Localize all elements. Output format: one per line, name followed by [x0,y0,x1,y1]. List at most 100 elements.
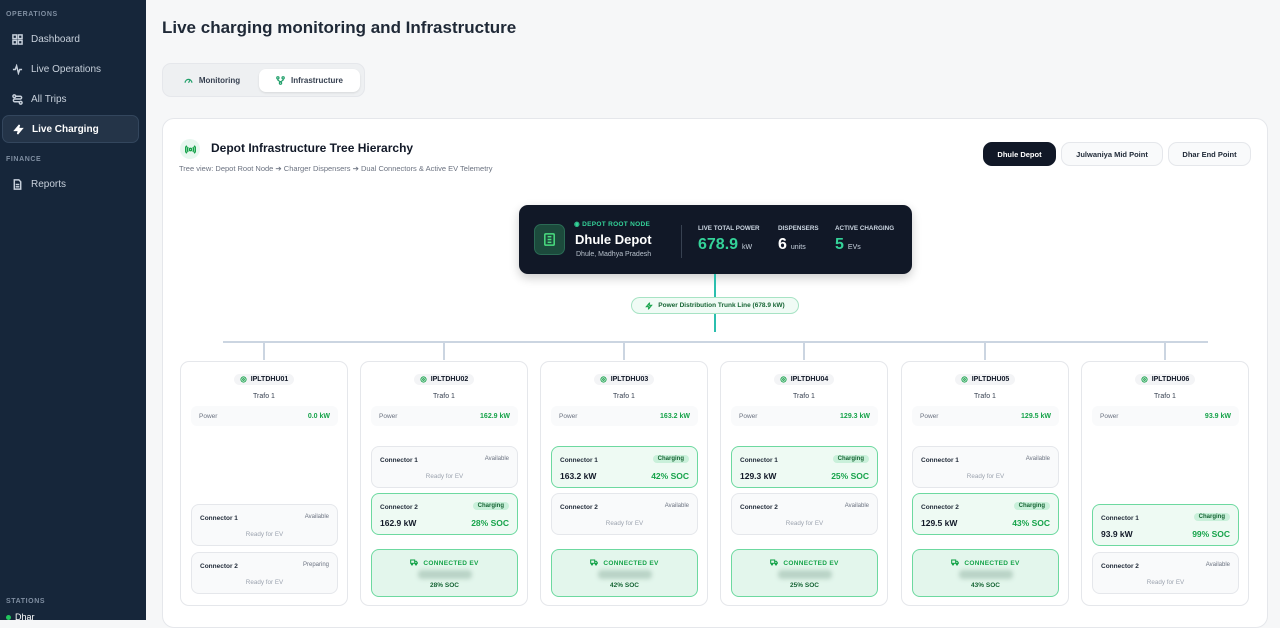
sidebar-item-label: Reports [31,178,67,190]
dispenser-id-badge: IPLTDHU03 [593,374,655,385]
connector-1[interactable]: Connector 1 Charging 93.9 kW 99% SOC [1092,504,1239,546]
connector-status-badge: Available [1205,562,1230,568]
connector-name: Connector 1 [921,457,959,464]
plug-icon [240,376,247,383]
connector-name: Connector 1 [1101,515,1139,522]
section-label-finance: FINANCE [6,156,42,163]
sidebar-item-live-operations[interactable]: Live Operations [2,55,139,83]
connector-status-badge: Available [304,514,329,520]
connected-ev-text: CONNECTED EV [783,560,839,567]
panel-subtitle: Tree view: Depot Root Node ➔ Charger Dis… [179,164,493,173]
connector-ready-text: Ready for EV [1146,579,1185,586]
tab-infrastructure[interactable]: Infrastructure [259,69,360,92]
connector-2[interactable]: Connector 2 Available Ready for EV [1092,552,1239,594]
connected-ev-text: CONNECTED EV [603,560,659,567]
plug-icon [961,376,968,383]
route-icon [12,93,23,105]
view-tabs: Monitoring Infrastructure [162,63,365,97]
dispenser-card[interactable]: IPLTDHU05 Trafo 1 Power 129.5 kW Connector 1… [901,361,1069,606]
dispenser-id-text: IPLTDHU02 [430,376,469,383]
sidebar-item-label: Live Operations [31,63,102,75]
infrastructure-panel: Depot Infrastructure Tree Hierarchy Tree… [162,118,1268,628]
connector-1[interactable]: Connector 1 Available Ready for EV [912,446,1059,488]
dispenser-trafo: Trafo 1 [253,393,275,400]
connector-name: Connector 2 [1101,563,1139,570]
dispenser-card[interactable]: IPLTDHU03 Trafo 1 Power 163.2 kW Connector 1… [540,361,708,606]
dispenser-id-text: IPLTDHU01 [250,376,289,383]
connector-1[interactable]: Connector 1 Available Ready for EV [191,504,338,546]
plug-icon [780,376,787,383]
dispenser-id-badge: IPLTDHU02 [413,374,475,385]
connector-status-badge: Available [664,503,689,509]
tab-monitoring[interactable]: Monitoring [169,69,255,92]
connector-2[interactable]: Connector 2 Preparing Ready for EV [191,552,338,594]
dispenser-card[interactable]: IPLTDHU06 Trafo 1 Power 93.9 kW Connector 1C… [1081,361,1249,606]
status-dot [6,614,11,620]
trunk-connector-line [714,274,716,297]
power-value: 162.9 kW [480,412,510,420]
dispenser-power-row: Power 162.9 kW [371,406,518,426]
root-tag: ◉ DEPOT ROOT NODE [574,221,651,228]
connected-ev-text: CONNECTED EV [423,560,479,567]
connector-2[interactable]: Connector 2 Charging 162.9 kW 28% SOC [371,493,518,535]
connector-2[interactable]: Connector 2 Available Ready for EV [551,493,698,535]
plug-icon [420,376,427,383]
section-label-operations: OPERATIONS [6,11,58,18]
power-value: 163.2 kW [660,412,690,420]
connector-name: Connector 2 [380,504,418,511]
dispenser-id-badge: IPLTDHU04 [773,374,835,385]
metric-label-power: LIVE TOTAL POWER [698,225,760,232]
sidebar-item-all-trips[interactable]: All Trips [2,85,139,113]
truck-icon [951,559,960,566]
distribution-bus-line [223,341,1208,343]
document-icon [13,178,22,190]
sidebar-item-dashboard[interactable]: Dashboard [2,25,139,53]
connector-2[interactable]: Connector 2 Charging 129.5 kW 43% SOC [912,493,1059,535]
connected-ev-card[interactable]: CONNECTED EV 25% SOC [731,549,878,597]
connector-power: 129.3 kW [740,471,777,481]
lightning-icon [645,301,654,310]
connector-power: 93.9 kW [1101,529,1133,539]
connected-ev-card[interactable]: CONNECTED EV 42% SOC [551,549,698,597]
dispenser-card[interactable]: IPLTDHU01 Trafo 1 Power 0.0 kW Connector 1 Av… [180,361,348,606]
trunk-connector-line [714,314,716,332]
connected-ev-label: CONNECTED EV [552,558,697,567]
connector-1[interactable]: Connector 1 Charging 129.3 kW 25% SOC [731,446,878,488]
metric-value-active: 5 EVs [835,236,861,254]
connected-ev-card[interactable]: CONNECTED EV 43% SOC [912,549,1059,597]
connector-1[interactable]: Connector 1 Charging 163.2 kW 42% SOC [551,446,698,488]
dispenser-id-badge: IPLTDHU06 [1134,374,1196,385]
power-value: 678.9 [698,236,739,253]
connected-ev-card[interactable]: CONNECTED EV 28% SOC [371,549,518,597]
dispenser-id-badge: IPLTDHU01 [233,374,295,385]
connector-status-badge: Charging [832,455,869,463]
plug-icon [1141,376,1148,383]
station-item-dhar[interactable]: Dhar [6,612,35,622]
dispenser-id-text: IPLTDHU04 [790,376,829,383]
depot-button-dhule[interactable]: Dhule Depot [983,142,1056,166]
connected-ev-text: CONNECTED EV [964,560,1020,567]
connector-2[interactable]: Connector 2 Available Ready for EV [731,493,878,535]
dispenser-power-row: Power 163.2 kW [551,406,698,426]
connected-ev-soc: 42% SOC [610,582,639,589]
sidebar-item-reports[interactable]: Reports [2,170,139,198]
dispenser-id: IPLTDHU04 [721,374,887,385]
connector-power: 163.2 kW [560,471,597,481]
power-value: 129.3 kW [840,412,870,420]
plug-icon [600,376,607,383]
sidebar-item-live-charging[interactable]: Live Charging [2,115,139,143]
connected-ev-soc: 25% SOC [790,582,819,589]
connector-1[interactable]: Connector 1 Available Ready for EV [371,446,518,488]
grid-icon [12,33,23,45]
depot-button-julwaniya[interactable]: Julwaniya Mid Point [1061,142,1163,166]
depot-button-dhar[interactable]: Dhar End Point [1168,142,1251,166]
dispensers-unit: units [790,244,806,251]
power-label: Power [559,412,578,420]
dispenser-card[interactable]: IPLTDHU02 Trafo 1 Power 162.9 kW Connector 1… [360,361,528,606]
dispenser-card[interactable]: IPLTDHU04 Trafo 1 Power 129.3 kW Connector 1… [720,361,888,606]
depot-root-node[interactable]: ◉ DEPOT ROOT NODE Dhule Depot Dhule, Mad… [519,205,912,274]
connector-status-badge: Preparing [302,562,329,568]
connector-name: Connector 2 [200,563,238,570]
vehicle-id-redacted [597,570,652,579]
connector-name: Connector 2 [921,504,959,511]
